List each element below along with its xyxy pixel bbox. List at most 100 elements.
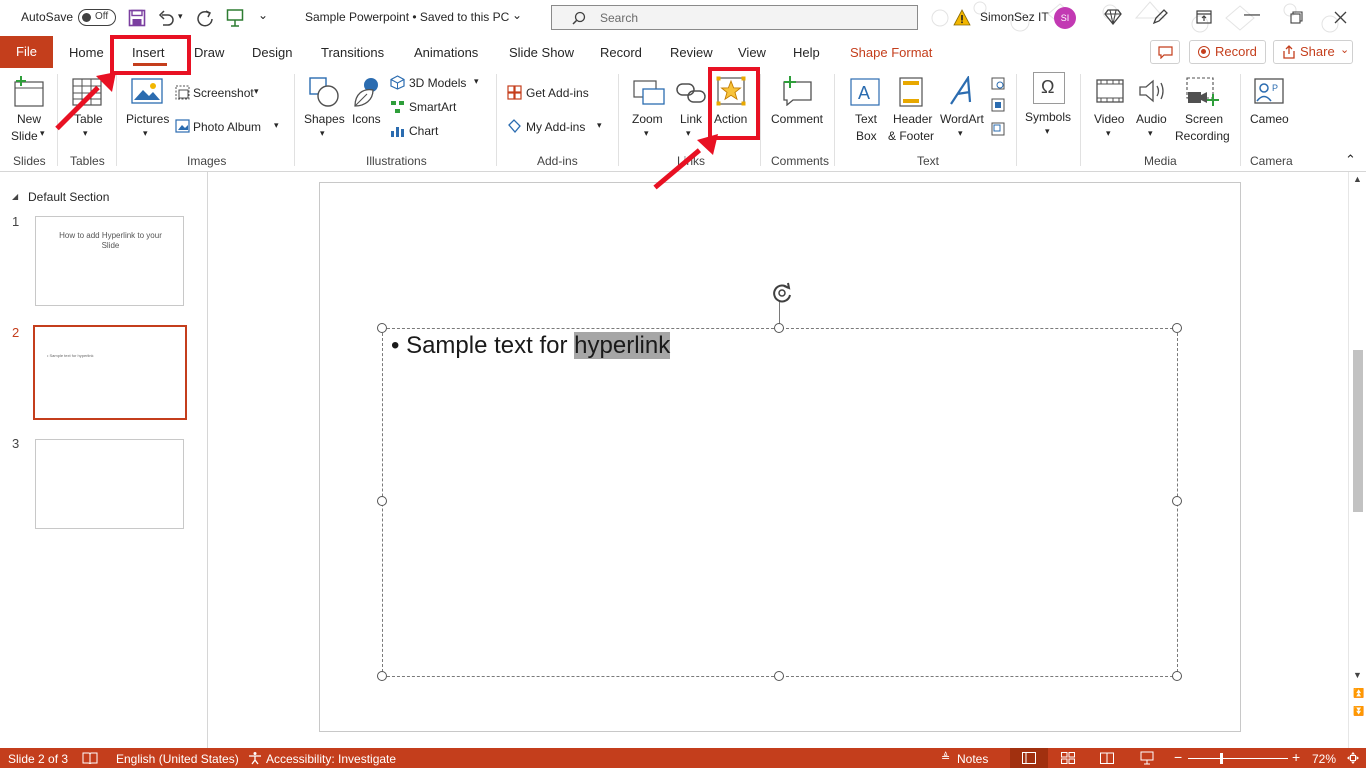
wordart-chevron-icon[interactable]: ▾ (958, 128, 963, 139)
warning-icon[interactable] (953, 9, 971, 26)
share-button[interactable]: Share ⌄ (1273, 40, 1353, 64)
premium-diamond-icon[interactable] (1104, 9, 1122, 25)
scroll-down-icon[interactable]: ▼ (1353, 670, 1362, 680)
header-footer-label-1[interactable]: Header (893, 112, 932, 126)
tab-shape-format[interactable]: Shape Format (850, 45, 932, 60)
header-footer-icon[interactable] (898, 76, 924, 108)
slide-thumbnail-1[interactable]: How to add Hyperlink to your Slide (35, 216, 184, 306)
slide-thumbnail-2[interactable]: • Sample text for hyperlink (33, 325, 187, 420)
screenshot-icon[interactable] (175, 85, 190, 100)
avatar[interactable]: SI (1054, 7, 1076, 29)
cameo-icon[interactable]: P (1253, 76, 1285, 106)
document-title[interactable]: Sample Powerpoint • Saved to this PC (305, 10, 509, 24)
restore-icon[interactable] (1290, 11, 1303, 24)
screen-recording-icon[interactable] (1185, 76, 1219, 108)
get-add-ins-icon[interactable] (507, 85, 522, 100)
minimize-icon[interactable]: — (1244, 6, 1260, 24)
screenshot-chevron-icon[interactable]: ▾ (254, 86, 259, 97)
tab-review[interactable]: Review (670, 45, 713, 60)
resize-handle[interactable] (774, 323, 784, 333)
resize-handle[interactable] (377, 671, 387, 681)
scroll-up-icon[interactable]: ▲ (1353, 174, 1362, 184)
text-placeholder[interactable] (382, 328, 1178, 677)
spelling-icon[interactable] (82, 752, 98, 765)
resize-handle[interactable] (774, 671, 784, 681)
zoom-in-icon[interactable]: + (1292, 749, 1300, 765)
zoom-slider-track[interactable] (1188, 758, 1288, 759)
notes-button[interactable]: Notes (957, 752, 988, 766)
text-box-label-1[interactable]: Text (855, 112, 877, 126)
notes-icon[interactable]: ≜ (941, 751, 950, 764)
table-label[interactable]: Table (74, 112, 103, 126)
ribbon-display-icon[interactable] (1196, 10, 1212, 24)
symbols-icon[interactable]: Ω (1033, 72, 1065, 104)
new-slide-label-2[interactable]: Slide (11, 129, 38, 143)
user-name[interactable]: SimonSez IT (980, 10, 1049, 24)
video-icon[interactable] (1095, 78, 1125, 104)
object-icon[interactable] (991, 122, 1005, 136)
new-slide-chevron-icon[interactable]: ▾ (40, 128, 45, 139)
slide-counter[interactable]: Slide 2 of 3 (8, 752, 68, 766)
wordart-label[interactable]: WordArt (940, 112, 984, 126)
symbols-chevron-icon[interactable]: ▾ (1045, 126, 1050, 137)
tab-design[interactable]: Design (252, 45, 292, 60)
smartart-label[interactable]: SmartArt (409, 100, 456, 114)
screen-recording-label-2[interactable]: Recording (1175, 129, 1230, 143)
icons-icon[interactable] (351, 76, 381, 108)
slide-number-icon[interactable] (991, 98, 1005, 112)
next-slide-icon[interactable]: ⏬ (1353, 706, 1364, 717)
screenshot-label[interactable]: Screenshot (193, 86, 254, 100)
shapes-label[interactable]: Shapes (304, 112, 345, 126)
rotate-handle-icon[interactable] (769, 281, 795, 305)
3d-models-label[interactable]: 3D Models (409, 76, 466, 90)
language[interactable]: English (United States) (116, 752, 239, 766)
record-button[interactable]: Record (1189, 40, 1266, 64)
text-box-label-2[interactable]: Box (856, 129, 877, 143)
tab-record[interactable]: Record (600, 45, 642, 60)
save-icon[interactable] (128, 9, 146, 27)
zoom-slider-thumb[interactable] (1220, 753, 1223, 764)
video-label[interactable]: Video (1094, 112, 1124, 126)
chart-icon[interactable] (390, 124, 405, 138)
link-label[interactable]: Link (680, 112, 702, 126)
new-comment-icon[interactable] (781, 76, 813, 106)
search-input[interactable]: Search (551, 5, 918, 30)
header-footer-label-2[interactable]: & Footer (888, 129, 934, 143)
3d-models-icon[interactable] (390, 75, 405, 90)
video-chevron-icon[interactable]: ▾ (1106, 128, 1111, 139)
undo-icon[interactable] (157, 9, 175, 27)
collapse-ribbon-icon[interactable]: ⌃ (1345, 152, 1356, 168)
zoom-chevron-icon[interactable]: ▾ (644, 128, 649, 139)
my-add-ins-label[interactable]: My Add-ins (526, 120, 585, 134)
autosave-toggle[interactable]: Off (78, 9, 116, 26)
pictures-chevron-icon[interactable]: ▾ (143, 128, 148, 139)
slide-sorter-icon[interactable] (1061, 752, 1075, 764)
resize-handle[interactable] (377, 323, 387, 333)
photo-album-label[interactable]: Photo Album (193, 120, 261, 134)
resize-handle[interactable] (1172, 496, 1182, 506)
screen-recording-label-1[interactable]: Screen (1185, 112, 1223, 126)
accessibility-icon[interactable] (248, 751, 262, 765)
tab-slide-show[interactable]: Slide Show (509, 45, 574, 60)
resize-handle[interactable] (377, 496, 387, 506)
accessibility-status[interactable]: Accessibility: Investigate (266, 752, 396, 766)
tab-transitions[interactable]: Transitions (321, 45, 384, 60)
close-icon[interactable] (1334, 11, 1347, 24)
symbols-label[interactable]: Symbols (1025, 110, 1071, 124)
section-title[interactable]: Default Section (28, 190, 109, 204)
tab-view[interactable]: View (738, 45, 766, 60)
resize-handle[interactable] (1172, 671, 1182, 681)
audio-chevron-icon[interactable]: ▾ (1148, 128, 1153, 139)
title-chevron-icon[interactable]: ⌄ (512, 8, 522, 22)
zoom-level[interactable]: 72% (1312, 752, 1336, 766)
tab-draw[interactable]: Draw (194, 45, 224, 60)
customize-toolbar-icon[interactable]: ⌄ (258, 8, 268, 22)
date-time-icon[interactable] (991, 76, 1005, 90)
tab-animations[interactable]: Animations (414, 45, 478, 60)
tab-help[interactable]: Help (793, 45, 820, 60)
resize-handle[interactable] (1172, 323, 1182, 333)
pictures-label[interactable]: Pictures (126, 112, 169, 126)
present-from-start-icon[interactable] (226, 8, 244, 28)
get-add-ins-label[interactable]: Get Add-ins (526, 86, 589, 100)
shapes-icon[interactable] (308, 76, 340, 108)
